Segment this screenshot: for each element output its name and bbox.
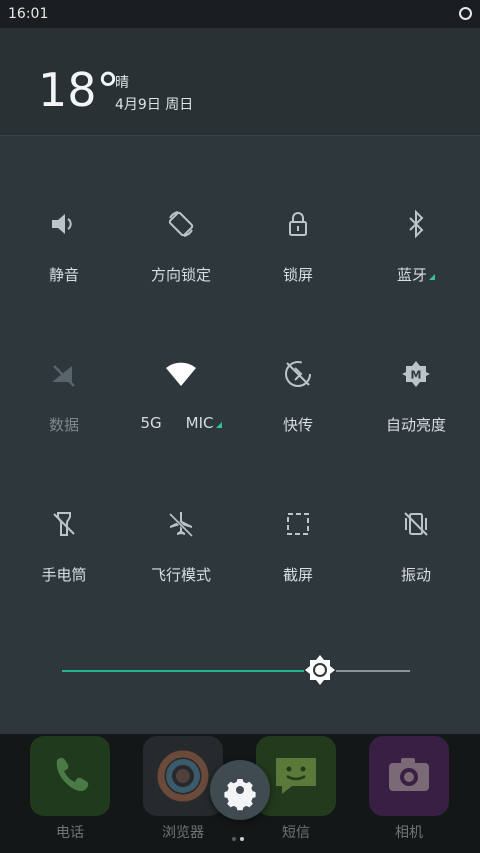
date-text: 4月9日 周日 (115, 97, 194, 113)
brightness-thumb-icon[interactable] (304, 654, 336, 686)
tile-flashlight[interactable]: 手电筒 (4, 436, 124, 584)
tile-quick-transfer[interactable]: 快传 (238, 286, 358, 434)
tile-label: 静音 (48, 266, 79, 284)
page-indicator (230, 826, 250, 841)
app-label: 相机 (395, 825, 423, 841)
screenshot-icon (287, 513, 309, 535)
expand-indicator-icon (429, 274, 435, 280)
page-dot (232, 837, 236, 841)
brightness-track-empty (336, 670, 410, 672)
quick-transfer-icon (285, 361, 311, 387)
auto-brightness-icon: M (402, 361, 430, 387)
tile-mobile-data[interactable]: 数据 (4, 286, 124, 434)
tile-label: 蓝牙 (356, 264, 476, 285)
bluetooth-label: 蓝牙 (396, 266, 427, 284)
tile-mute[interactable]: 静音 (4, 136, 124, 284)
app-label: 浏览器 (162, 825, 204, 841)
tile-screenshot[interactable]: 截屏 (238, 436, 358, 584)
vibrate-off-icon (404, 512, 428, 536)
wifi-label-right: MIC (185, 414, 214, 432)
status-bar: 16:01 (0, 0, 480, 28)
tile-airplane[interactable]: 飞行模式 (121, 436, 241, 584)
tile-auto-brightness[interactable]: M 自动亮度 (356, 286, 476, 434)
page-dot-active (240, 837, 244, 841)
tile-label: 手电筒 (41, 566, 87, 584)
camera-icon (389, 758, 429, 791)
airplane-icon (168, 512, 194, 538)
expand-indicator-icon (215, 422, 222, 428)
weather-condition: 晴 (115, 75, 129, 91)
wifi-label-left: 5G (140, 414, 162, 432)
app-phone[interactable]: 电话 (28, 734, 112, 853)
tile-label: 截屏 (282, 566, 313, 584)
mobile-data-off-icon (52, 365, 75, 387)
rotation-lock-icon (168, 211, 194, 237)
lock-icon (289, 212, 307, 236)
wifi-icon (166, 362, 196, 386)
weather-header[interactable]: 18° 晴 4月9日 周日 (0, 28, 480, 136)
svg-text:M: M (411, 369, 422, 382)
quick-settings-panel: 静音 方向锁定 锁屏 蓝牙 数据 5G MIC 快传 M 自动亮度 手电筒 飞行… (0, 136, 480, 734)
tile-label: 快传 (282, 416, 313, 434)
volume-icon (52, 214, 72, 234)
flashlight-icon (53, 512, 75, 536)
tile-label: 数据 (48, 416, 79, 434)
settings-button[interactable] (210, 760, 270, 820)
tile-label: 振动 (400, 566, 431, 584)
app-camera[interactable]: 相机 (367, 734, 451, 853)
app-icon-bg (30, 736, 110, 816)
tile-label: 锁屏 (282, 266, 313, 284)
app-icon-bg (369, 736, 449, 816)
tile-label: 飞行模式 (150, 566, 211, 584)
tile-bluetooth[interactable]: 蓝牙 (356, 136, 476, 284)
phone-icon (56, 757, 89, 791)
tile-label: 自动亮度 (385, 416, 446, 434)
tile-label: 方向锁定 (150, 266, 211, 284)
tile-lock-screen[interactable]: 锁屏 (238, 136, 358, 284)
app-label: 电话 (56, 825, 84, 841)
brightness-slider[interactable] (62, 655, 410, 700)
tile-wifi[interactable]: 5G MIC (121, 286, 241, 432)
tile-vibrate[interactable]: 振动 (356, 436, 476, 584)
status-ring-icon (459, 7, 472, 20)
clock: 16:01 (8, 6, 49, 22)
bluetooth-icon (409, 209, 424, 239)
tile-rotation-lock[interactable]: 方向锁定 (121, 136, 241, 284)
brightness-track-filled (62, 670, 304, 672)
tile-label: 5G MIC (121, 414, 241, 432)
app-label: 短信 (282, 825, 310, 841)
temperature: 18° (38, 63, 120, 117)
gear-icon (224, 779, 256, 811)
